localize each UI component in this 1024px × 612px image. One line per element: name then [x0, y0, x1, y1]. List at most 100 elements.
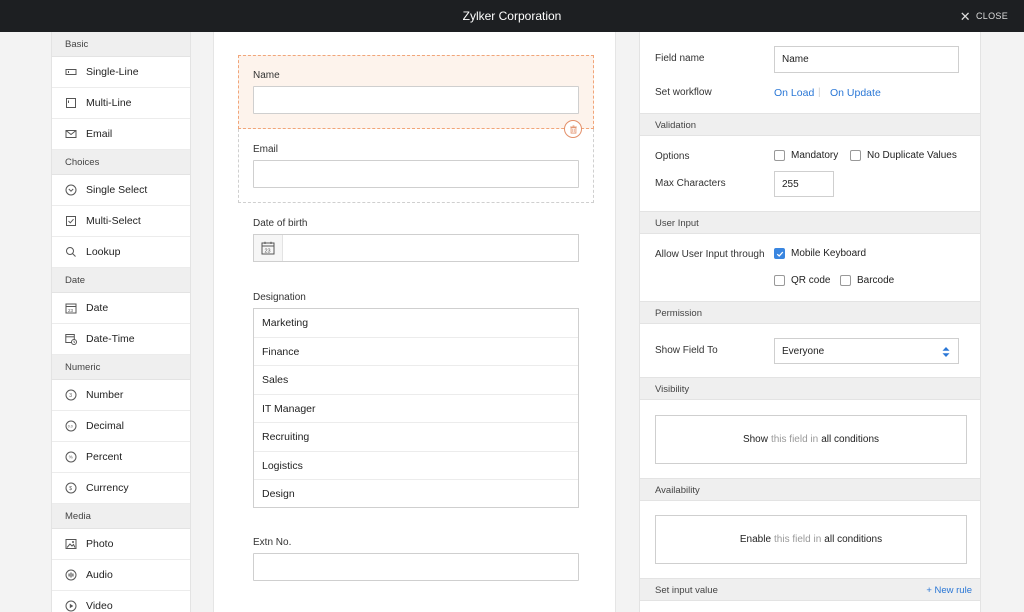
user-input-section-header: User Input — [640, 211, 980, 234]
max-characters-input[interactable]: 255 — [774, 171, 834, 197]
decimal-circle-icon: 0.0 — [65, 420, 77, 432]
list-item[interactable]: Recruiting — [254, 423, 578, 452]
calendar-icon[interactable]: 23 — [254, 235, 283, 261]
palette-item-label: Percent — [86, 451, 123, 463]
palette-item-multi-select[interactable]: Multi-Select — [52, 206, 190, 237]
checkbox-label: Mandatory — [791, 150, 839, 161]
multi-line-icon — [65, 97, 77, 109]
checkbox-icon — [65, 215, 77, 227]
palette-item-label: Decimal — [86, 420, 124, 432]
svg-text:0.0: 0.0 — [68, 425, 73, 429]
list-item[interactable]: Logistics — [254, 452, 578, 480]
palette-item-email[interactable]: Email — [52, 119, 190, 150]
trash-icon — [569, 124, 577, 134]
magnifier-icon — [65, 246, 77, 258]
list-item[interactable]: Design — [254, 480, 578, 509]
percent-circle-icon: % — [65, 451, 77, 463]
designation-list: Marketing Finance Sales IT Manager Recru… — [253, 308, 579, 508]
visibility-condition: all conditions — [821, 434, 880, 445]
on-update-link[interactable]: On Update — [830, 87, 881, 99]
palette-item-label: Single-Line — [86, 66, 139, 78]
palette-group-numeric: Numeric — [52, 355, 190, 380]
calendar-icon: 23 — [65, 302, 77, 314]
field-palette: Basic Single-Line Multi-Line Email Choic… — [51, 32, 191, 612]
palette-group-basic: Basic — [52, 32, 190, 57]
palette-item-label: Date — [86, 302, 109, 314]
svg-text:%: % — [69, 455, 73, 460]
envelope-icon — [65, 128, 77, 140]
palette-item-photo[interactable]: Photo — [52, 529, 190, 560]
dob-input[interactable]: 23 — [253, 234, 579, 262]
palette-item-lookup[interactable]: Lookup — [52, 237, 190, 268]
checkbox-label: Barcode — [857, 275, 895, 286]
list-item[interactable]: Sales — [254, 366, 578, 395]
availability-action: Enable — [739, 534, 772, 545]
mandatory-checkbox[interactable]: Mandatory — [774, 150, 838, 161]
palette-item-multi-line[interactable]: Multi-Line — [52, 88, 190, 119]
qr-code-checkbox[interactable]: QR code — [774, 275, 830, 286]
palette-item-label: Multi-Line — [86, 97, 132, 109]
no-duplicate-checkbox[interactable]: No Duplicate Values — [850, 150, 957, 161]
palette-item-video[interactable]: Video — [52, 591, 190, 612]
dob-field-label: Date of birth — [253, 218, 308, 229]
delete-field-button[interactable] — [564, 120, 582, 138]
show-field-to-select[interactable]: Everyone — [774, 338, 959, 364]
title-bar: Zylker Corporation ✕ CLOSE — [0, 0, 1024, 32]
svg-text:$: $ — [69, 486, 72, 492]
extn-input[interactable] — [253, 553, 579, 581]
workflow-separator: | — [818, 87, 821, 98]
chevron-circle-icon — [65, 184, 77, 196]
checkmark-icon — [776, 251, 783, 257]
palette-item-single-select[interactable]: Single Select — [52, 175, 190, 206]
set-input-value-label: Set input value — [655, 585, 718, 596]
palette-item-date-time[interactable]: Date-Time — [52, 324, 190, 355]
field-name-input[interactable]: Name — [774, 46, 959, 73]
checkbox-label: Mobile Keyboard — [791, 248, 867, 259]
new-rule-link[interactable]: + New rule — [926, 579, 972, 602]
palette-item-currency[interactable]: $ Currency — [52, 473, 190, 504]
palette-item-label: Video — [86, 600, 113, 612]
palette-group-choices: Choices — [52, 150, 190, 175]
allow-input-label: Allow User Input through — [655, 249, 765, 260]
palette-item-label: Email — [86, 128, 113, 140]
close-button[interactable]: ✕ CLOSE — [960, 0, 1008, 32]
select-value: Everyone — [782, 345, 825, 357]
palette-item-percent[interactable]: % Percent — [52, 442, 190, 473]
visibility-condition-box[interactable]: Show this field in all conditions — [655, 415, 967, 464]
name-field-label: Name — [253, 70, 280, 81]
name-input[interactable] — [253, 86, 579, 114]
availability-condition-box[interactable]: Enable this field in all conditions — [655, 515, 967, 564]
list-item[interactable]: Finance — [254, 338, 578, 366]
permission-section-header: Permission — [640, 301, 980, 324]
calendar-day: 23 — [265, 248, 271, 254]
palette-group-media: Media — [52, 504, 190, 529]
audio-icon — [65, 569, 77, 581]
availability-section-header: Availability — [640, 478, 980, 501]
number-circle-icon: 3 — [65, 389, 77, 401]
list-item[interactable]: Marketing — [254, 309, 578, 338]
palette-item-label: Multi-Select — [86, 215, 141, 227]
select-arrows-icon — [942, 347, 950, 357]
on-load-link[interactable]: On Load — [774, 87, 814, 99]
palette-item-label: Photo — [86, 538, 114, 550]
visibility-section-header: Visibility — [640, 377, 980, 400]
palette-item-audio[interactable]: Audio — [52, 560, 190, 591]
checkbox-label: QR code — [791, 275, 831, 286]
barcode-checkbox[interactable]: Barcode — [840, 275, 894, 286]
palette-item-label: Audio — [86, 569, 113, 581]
palette-item-date[interactable]: 23 Date — [52, 293, 190, 324]
list-item[interactable]: IT Manager — [254, 395, 578, 423]
field-name-label: Field name — [655, 53, 705, 64]
palette-item-decimal[interactable]: 0.0 Decimal — [52, 411, 190, 442]
palette-item-label: Date-Time — [86, 333, 135, 345]
max-characters-label: Max Characters — [655, 178, 726, 189]
palette-group-date: Date — [52, 268, 190, 293]
checkbox-box — [840, 275, 851, 286]
mobile-keyboard-checkbox[interactable]: Mobile Keyboard — [774, 248, 866, 259]
palette-item-single-line[interactable]: Single-Line — [52, 57, 190, 88]
visibility-action: Show — [742, 434, 768, 445]
palette-item-number[interactable]: 3 Number — [52, 380, 190, 411]
email-input[interactable] — [253, 160, 579, 188]
close-label: CLOSE — [975, 11, 1008, 21]
svg-text:3: 3 — [69, 393, 72, 399]
